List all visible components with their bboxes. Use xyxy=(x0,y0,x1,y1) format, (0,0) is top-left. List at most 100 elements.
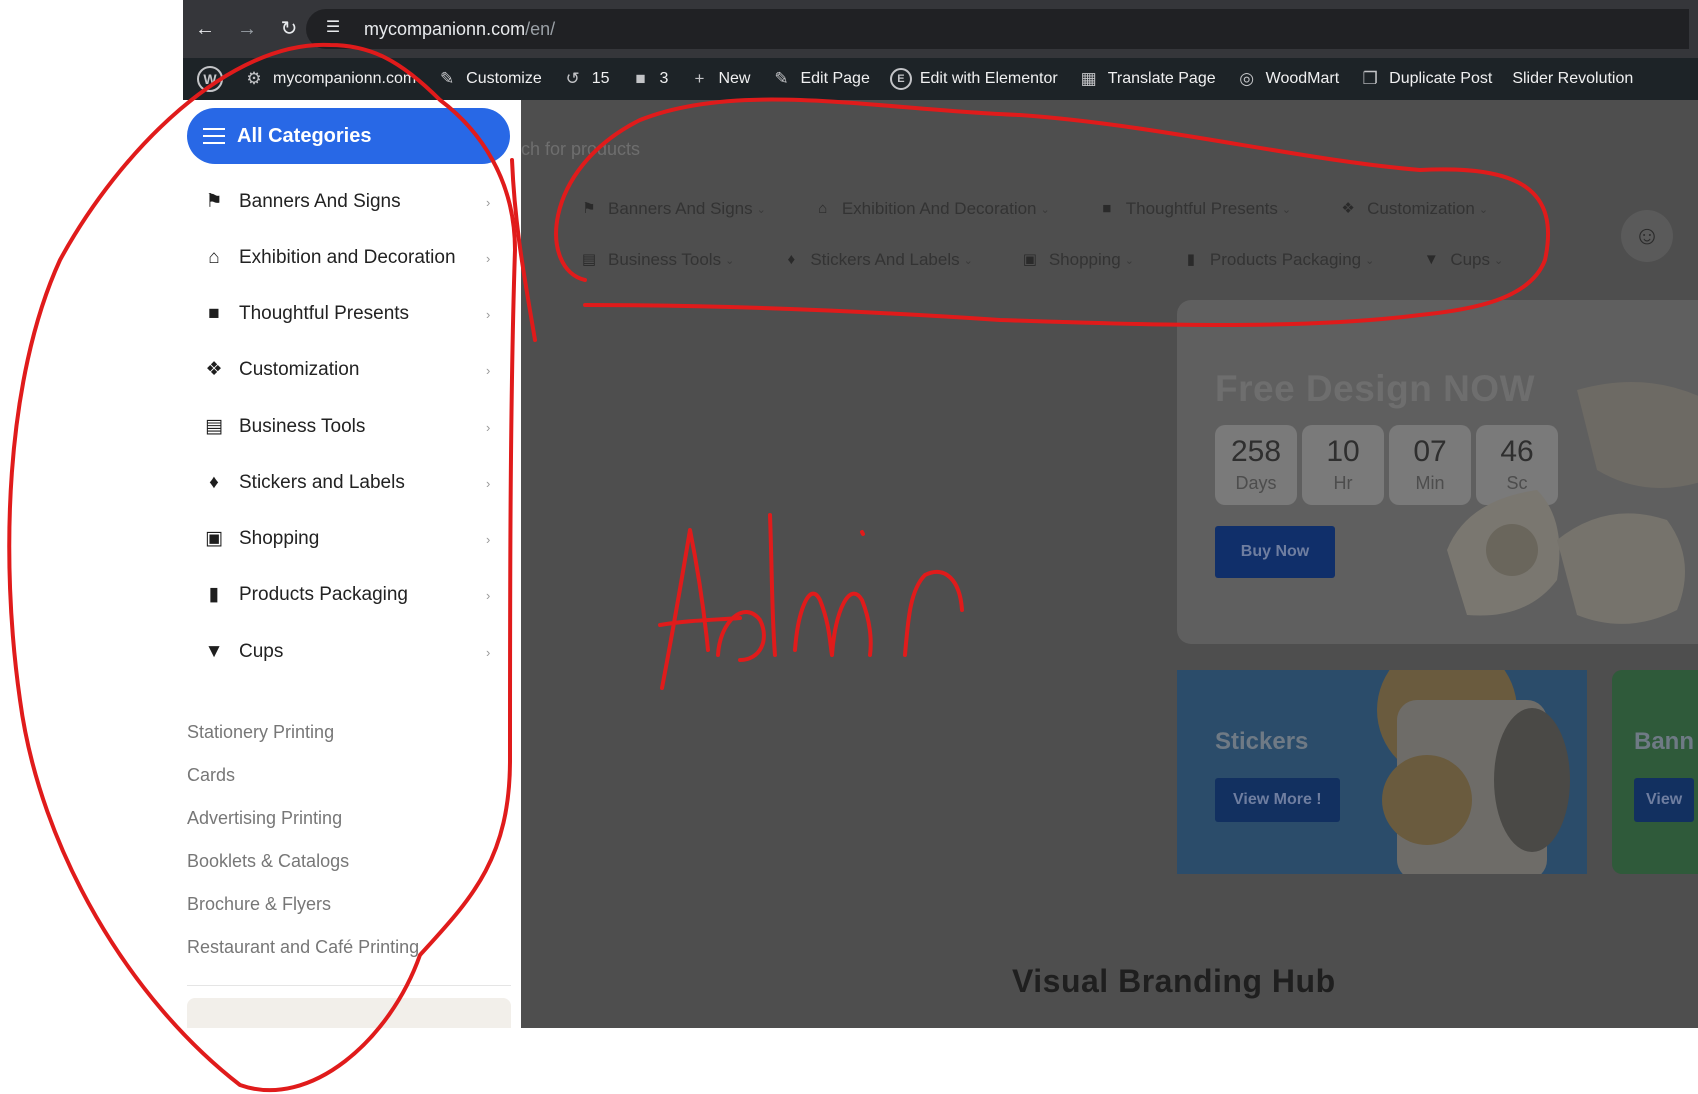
top-menu-label: Shopping xyxy=(1048,250,1121,269)
address-bar[interactable]: ☰ mycompanionn.com/en/ xyxy=(306,9,1689,49)
banners-promo-card[interactable]: Bann View xyxy=(1612,670,1698,874)
banners-view-button[interactable]: View xyxy=(1634,778,1695,822)
admin-updates-count: 15 xyxy=(591,70,610,87)
tshirt-icon: ■ xyxy=(1102,200,1112,217)
cup-icon: ▼ xyxy=(204,641,224,662)
sidebar-link-booklets[interactable]: Booklets & Catalogs xyxy=(187,851,349,872)
box-icon: ❖ xyxy=(205,359,223,380)
top-menu-item-business-tools[interactable]: ▤ Business Tools ⌄ xyxy=(580,250,734,270)
sidebar-promo-card xyxy=(187,998,511,1028)
top-menu-label: Cups xyxy=(1450,250,1491,269)
admin-translate-page[interactable]: ▦ Translate Page xyxy=(1068,58,1226,100)
sidebar-item-exhibition[interactable]: ⌂ Exhibition and Decoration › xyxy=(183,230,521,286)
sidebar-item-stickers[interactable]: ♦ Stickers and Labels › xyxy=(183,455,521,511)
admin-woodmart[interactable]: ◎ WoodMart xyxy=(1226,58,1350,100)
box-icon: ❖ xyxy=(1341,200,1355,217)
top-menu-item-packaging[interactable]: ▮ Products Packaging ⌄ xyxy=(1182,250,1375,270)
admin-edit-elementor[interactable]: E Edit with Elementor xyxy=(880,58,1068,100)
browser-toolbar: ← → ↻ ☰ mycompanionn.com/en/ xyxy=(183,0,1698,58)
sidebar-item-label: Thoughtful Presents xyxy=(239,303,410,324)
brush-icon: ✎ xyxy=(440,69,455,88)
arrow-left-icon[interactable]: ← xyxy=(191,15,219,43)
admin-translate-page-label: Translate Page xyxy=(1107,70,1216,87)
reload-icon[interactable]: ↻ xyxy=(275,15,303,43)
admin-site-name-label: mycompanionn.com xyxy=(273,70,417,87)
sign-icon: ⚑ xyxy=(582,200,596,217)
admin-slider-revolution[interactable]: Slider Revolution xyxy=(1502,58,1643,100)
sidebar-item-packaging[interactable]: ▮ Products Packaging › xyxy=(183,567,521,623)
top-menu-label: Banners And Signs xyxy=(608,199,753,218)
wp-logo-menu[interactable]: W xyxy=(187,58,233,100)
sidebar-item-label: Stickers and Labels xyxy=(239,472,405,493)
sidebar-link-brochure[interactable]: Brochure & Flyers xyxy=(187,894,331,915)
sidebar-item-label: Banners And Signs xyxy=(239,191,401,212)
top-menu-item-customization[interactable]: ❖ Customization ⌄ xyxy=(1339,199,1488,219)
sign-icon: ⚑ xyxy=(205,191,223,212)
booth-icon: ⌂ xyxy=(818,200,828,217)
sidebar-item-customization[interactable]: ❖ Customization › xyxy=(183,342,521,398)
sidebar-item-business-tools[interactable]: ▤ Business Tools › xyxy=(183,399,521,455)
sidebar-link-advertising[interactable]: Advertising Printing xyxy=(187,808,342,829)
bottom-blank-area xyxy=(183,1028,1698,1094)
admin-comments[interactable]: ■ 3 xyxy=(620,58,679,100)
chevron-down-icon: ⌄ xyxy=(1478,203,1489,216)
stickers-title: Stickers xyxy=(1215,728,1309,755)
sidebar-link-restaurant[interactable]: Restaurant and Café Printing xyxy=(187,937,419,958)
sidebar-item-cups[interactable]: ▼ Cups › xyxy=(183,624,521,680)
top-menu-item-shopping[interactable]: ▣ Shopping ⌄ xyxy=(1021,250,1134,270)
countdown-hours: 10 Hr xyxy=(1302,425,1384,505)
top-menu-item-exhibition[interactable]: ⌂ Exhibition And Decoration ⌄ xyxy=(814,199,1049,219)
booth-icon: ⌂ xyxy=(208,247,220,268)
chevron-right-icon: › xyxy=(486,419,491,435)
url-text: mycompanionn.com/en/ xyxy=(364,19,555,40)
admin-site-name[interactable]: ⚙ mycompanionn.com xyxy=(233,58,426,100)
countdown-label: Hr xyxy=(1333,473,1353,493)
admin-customize[interactable]: ✎ Customize xyxy=(426,58,552,100)
banners-title: Bann xyxy=(1634,728,1694,755)
user-account-icon[interactable]: ☺ xyxy=(1621,210,1673,262)
top-menu-label: Customization xyxy=(1367,199,1475,218)
chevron-down-icon: ⌄ xyxy=(1124,254,1134,267)
wp-admin-bar: W ⚙ mycompanionn.com ✎ Customize ↺ 15 ■ 3 + N… xyxy=(183,58,1698,100)
stickers-view-more-button[interactable]: View More ! xyxy=(1215,778,1340,822)
search-input[interactable]: ch for products xyxy=(521,139,640,160)
admin-updates[interactable]: ↺ 15 xyxy=(552,58,620,100)
sidebar-divider xyxy=(187,985,511,986)
top-menu-item-cups[interactable]: ▼ Cups ⌄ xyxy=(1422,250,1503,270)
buy-now-button[interactable]: Buy Now xyxy=(1215,526,1335,578)
sidebar-item-presents[interactable]: ■ Thoughtful Presents › xyxy=(183,286,521,342)
package-icon: ▮ xyxy=(1186,251,1196,268)
countdown-label: Days xyxy=(1235,473,1277,493)
sidebar-item-banners[interactable]: ⚑ Banners And Signs › xyxy=(183,174,521,230)
chevron-down-icon: ⌄ xyxy=(1281,203,1292,216)
stickers-promo-card[interactable]: Stickers View More ! xyxy=(1177,670,1587,874)
sidebar-item-label: Customization xyxy=(239,359,360,380)
top-menu-label: Business Tools xyxy=(608,250,722,269)
chevron-right-icon: › xyxy=(486,362,491,378)
sidebar-link-cards[interactable]: Cards xyxy=(187,765,235,786)
top-menu-item-banners[interactable]: ⚑ Banners And Signs ⌄ xyxy=(580,199,766,219)
admin-duplicate-post-label: Duplicate Post xyxy=(1389,70,1493,87)
all-categories-button[interactable]: All Categories xyxy=(187,108,510,164)
url-path: /en/ xyxy=(525,19,556,39)
site-info-icon[interactable]: ☰ xyxy=(320,17,346,41)
sticker-roll-image xyxy=(1377,670,1570,874)
bag-icon: ▣ xyxy=(1022,251,1037,268)
chevron-right-icon: › xyxy=(486,306,491,322)
chevron-right-icon: › xyxy=(486,250,491,266)
sidebar-item-shopping[interactable]: ▣ Shopping › xyxy=(183,511,521,567)
chevron-right-icon: › xyxy=(486,587,491,603)
admin-edit-page[interactable]: ✎ Edit Page xyxy=(760,58,879,100)
sidebar-link-stationery[interactable]: Stationery Printing xyxy=(187,722,334,743)
top-menu-item-presents[interactable]: ■ Thoughtful Presents ⌄ xyxy=(1098,199,1291,219)
top-menu-item-stickers[interactable]: ♦ Stickers And Labels ⌄ xyxy=(782,250,972,270)
admin-new[interactable]: + New xyxy=(678,58,760,100)
cup-icon: ▼ xyxy=(1423,251,1439,268)
countdown-value: 258 xyxy=(1230,435,1282,468)
arrow-right-icon[interactable]: → xyxy=(233,15,261,43)
admin-duplicate-post[interactable]: ❐ Duplicate Post xyxy=(1349,58,1502,100)
tag-icon: ♦ xyxy=(209,472,219,493)
plus-icon: + xyxy=(694,69,705,88)
top-menu-label: Exhibition And Decoration xyxy=(841,199,1037,218)
woodmart-icon: ◎ xyxy=(1239,69,1255,88)
